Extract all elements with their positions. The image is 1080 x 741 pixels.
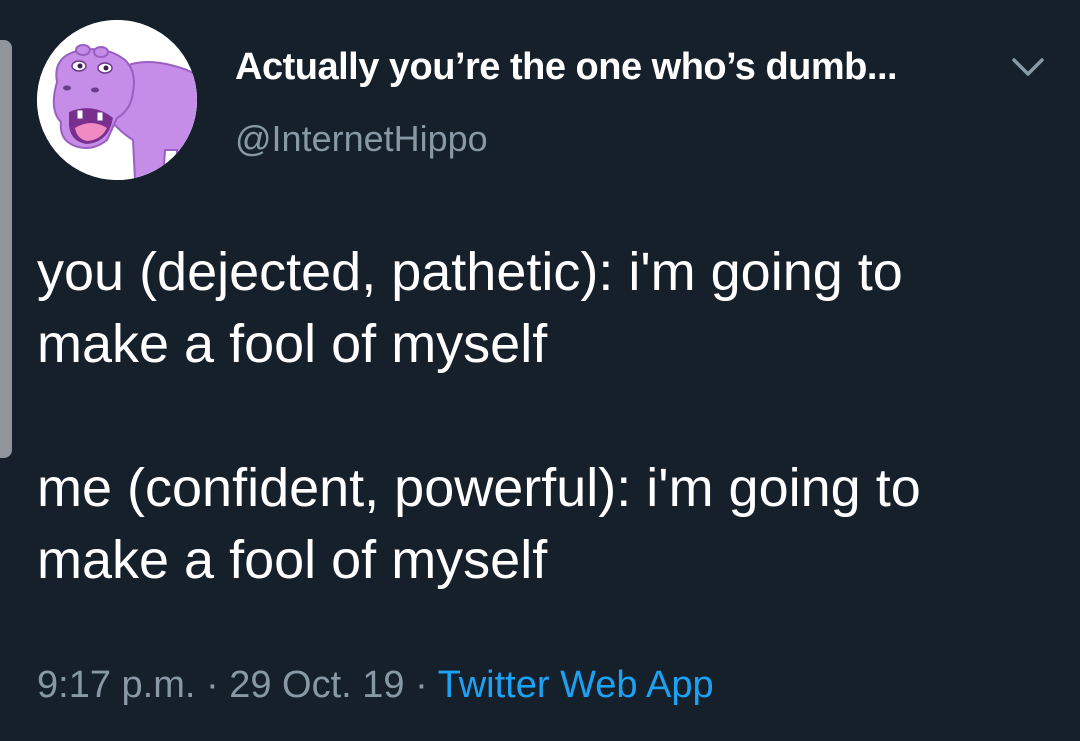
- tweet-metadata: 9:17 p.m. · 29 Oct. 19 · Twitter Web App: [37, 664, 714, 707]
- display-name[interactable]: Actually you’re the one who’s dumb...: [235, 46, 898, 89]
- tweet-text-paragraph-2: me (confident, powerful): i'm going to m…: [37, 458, 921, 590]
- tweet: Actually you’re the one who’s dumb... @I…: [0, 0, 1080, 741]
- avatar[interactable]: [37, 20, 197, 180]
- separator-dot: ·: [195, 664, 230, 706]
- hippo-avatar-icon: [37, 20, 197, 180]
- tweet-text: you (dejected, pathetic): i'm going to m…: [37, 236, 1047, 596]
- username[interactable]: @InternetHippo: [235, 118, 488, 160]
- tweet-source-link[interactable]: Twitter Web App: [438, 664, 714, 706]
- tweet-time[interactable]: 9:17 p.m.: [37, 664, 195, 706]
- separator-dot: ·: [404, 664, 438, 706]
- tweet-date[interactable]: 29 Oct. 19: [229, 664, 404, 706]
- tweet-text-paragraph-1: you (dejected, pathetic): i'm going to m…: [37, 242, 903, 374]
- chevron-down-icon[interactable]: [1008, 52, 1048, 82]
